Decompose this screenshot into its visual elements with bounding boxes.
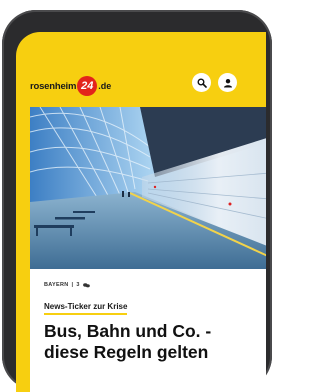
- article-kicker: News-Ticker zur Krise: [44, 302, 128, 315]
- phone-screen: rosenheim 24 .de BAYERN | 3 News-Ticker …: [16, 32, 266, 392]
- phone-frame: rosenheim 24 .de BAYERN | 3 News-Ticker …: [2, 10, 272, 392]
- comment-icon: [82, 282, 90, 287]
- headline-line-2: diese Regeln gelten: [44, 342, 209, 362]
- user-account-button[interactable]: [218, 73, 237, 92]
- category-label[interactable]: BAYERN: [44, 282, 69, 288]
- logo-tld: .de: [98, 81, 112, 91]
- site-header: rosenheim 24 .de: [16, 32, 266, 106]
- search-icon: [197, 78, 207, 88]
- train-station-photo: [30, 107, 266, 269]
- search-button[interactable]: [192, 73, 211, 92]
- article-card[interactable]: BAYERN | 3 News-Ticker zur Krise Bus, Ba…: [30, 107, 266, 392]
- logo-badge: 24: [77, 76, 98, 96]
- article-meta: BAYERN | 3: [44, 282, 90, 288]
- comment-count: 3: [76, 282, 80, 288]
- headline-line-1: Bus, Bahn und Co. -: [44, 321, 212, 341]
- article-hero-image[interactable]: [30, 107, 266, 269]
- site-logo[interactable]: rosenheim 24 .de: [30, 76, 111, 96]
- user-icon: [223, 78, 232, 87]
- article-headline[interactable]: Bus, Bahn und Co. - diese Regeln gelten: [44, 321, 266, 363]
- logo-text: rosenheim: [30, 80, 77, 92]
- meta-separator: |: [71, 282, 74, 288]
